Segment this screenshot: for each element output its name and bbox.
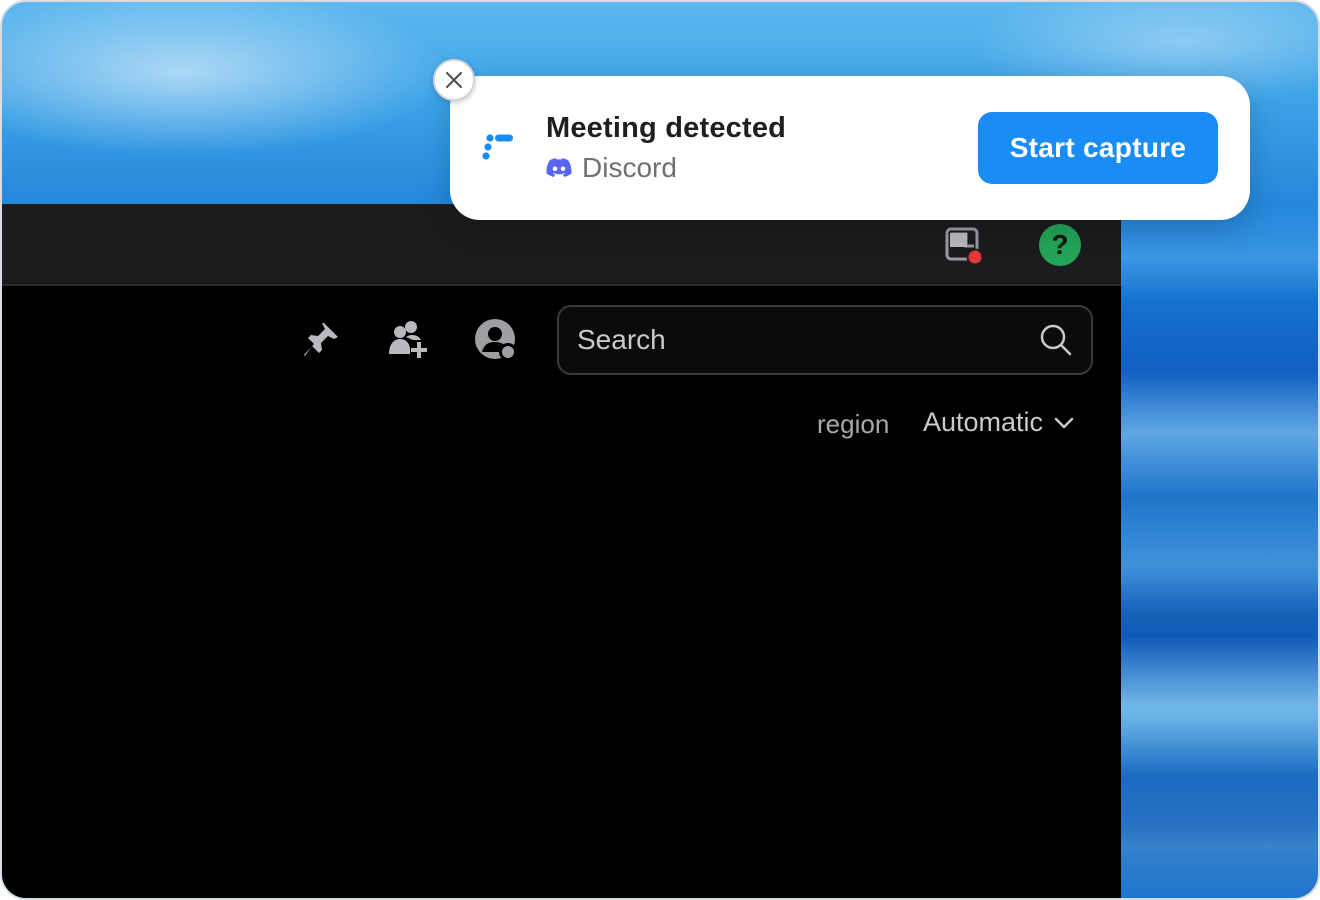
capture-app-logo-icon (482, 134, 513, 160)
region-dropdown[interactable]: Automatic (923, 407, 1075, 438)
search-bar[interactable] (557, 305, 1093, 375)
desktop-wallpaper (1102, 202, 1318, 898)
pinned-messages-button[interactable] (297, 316, 345, 364)
add-friends-to-dm-button[interactable] (384, 316, 432, 364)
notification-title: Meeting detected (546, 112, 787, 144)
detected-app: Discord (546, 152, 677, 184)
start-capture-button[interactable]: Start capture (978, 112, 1218, 184)
add-member-icon (389, 321, 427, 358)
inbox-icon (945, 227, 984, 266)
search-input[interactable] (577, 324, 1039, 356)
search-icon (1040, 324, 1072, 356)
inbox-button[interactable] (942, 224, 986, 268)
screen-frame: ? Search region Automatic Meeting detect… (0, 0, 1320, 900)
detected-app-name: Discord (582, 152, 677, 183)
region-value: Automatic (923, 407, 1044, 437)
discord-window: ? Search region Automatic (2, 204, 1121, 898)
user-profile-button[interactable] (472, 316, 520, 364)
close-icon (445, 71, 463, 89)
help-button[interactable]: ? (1039, 224, 1081, 266)
pin-icon (304, 323, 338, 356)
chevron-down-icon (1054, 417, 1074, 428)
meeting-detected-notification: Meeting detected Discord Start capture (450, 76, 1250, 220)
discord-icon (546, 158, 572, 177)
user-profile-icon (475, 319, 517, 361)
region-label: region (817, 409, 890, 439)
dismiss-notification-button[interactable] (433, 59, 475, 101)
